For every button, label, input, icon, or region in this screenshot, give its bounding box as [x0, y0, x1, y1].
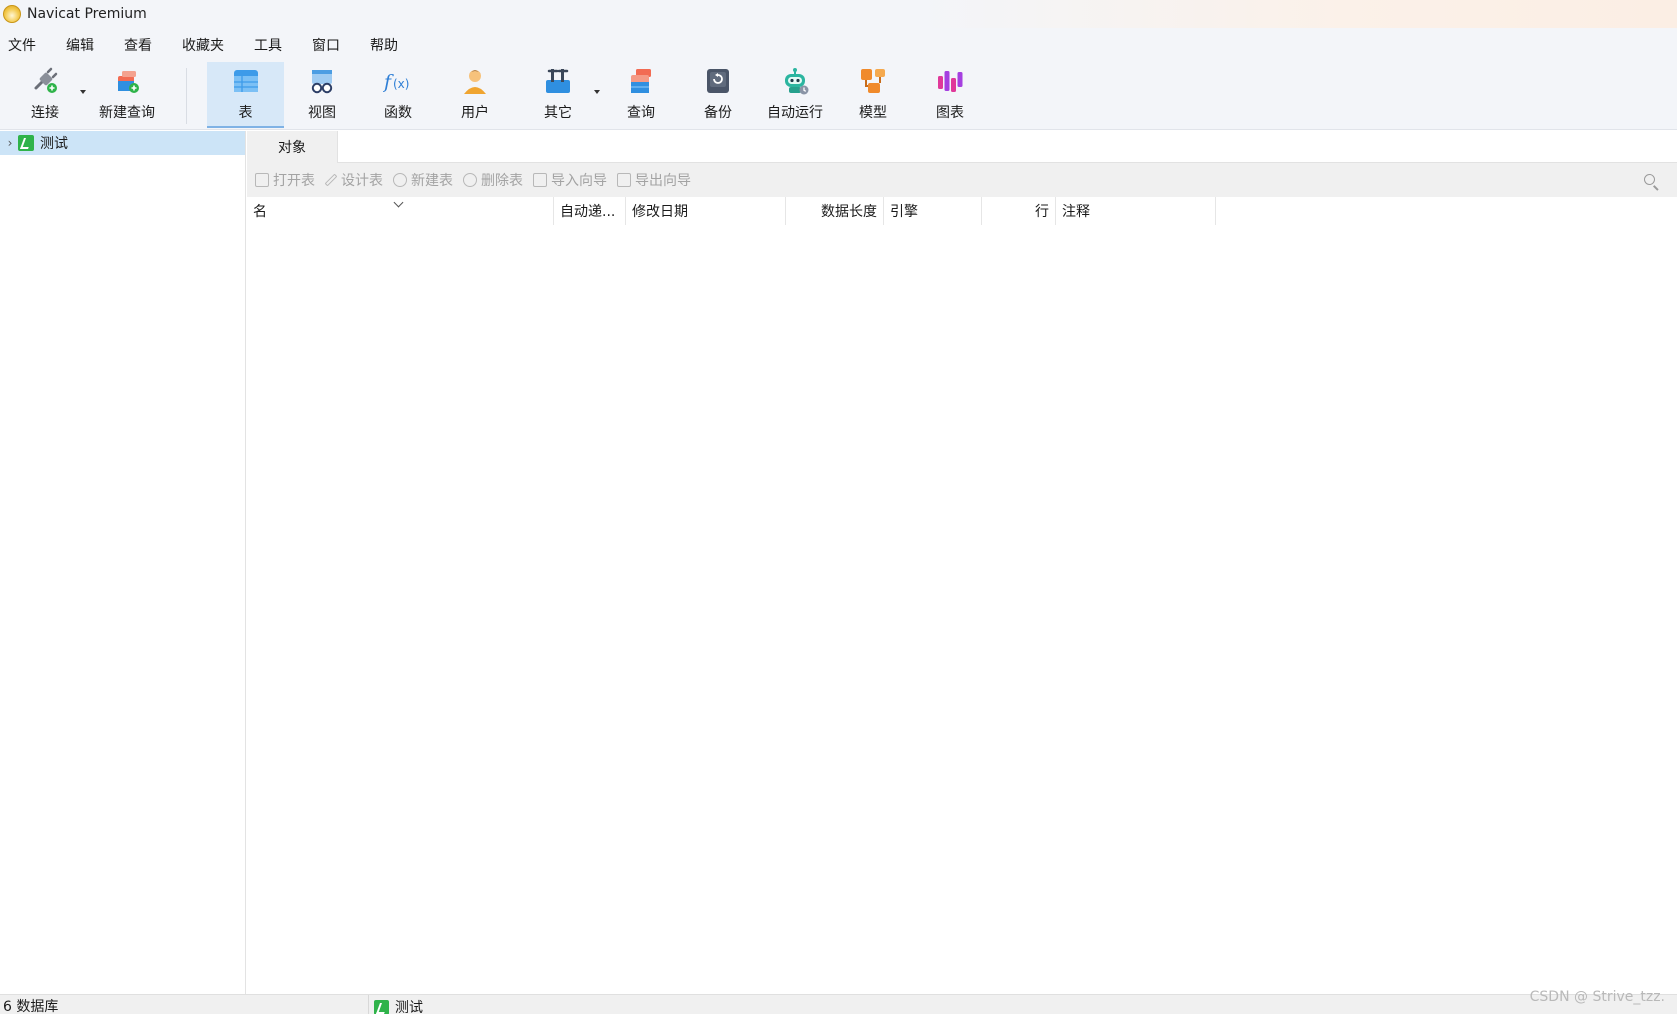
- export-icon: [617, 173, 631, 187]
- function-fx-icon: f (x): [382, 66, 413, 96]
- plug-icon: [30, 66, 60, 96]
- column-header-engine[interactable]: 引擎: [884, 197, 982, 225]
- tab-objects[interactable]: 对象: [247, 131, 337, 163]
- menu-window[interactable]: 窗口: [304, 35, 354, 55]
- chevron-right-icon[interactable]: ›: [2, 136, 18, 150]
- navicat-logo-icon: [3, 5, 21, 23]
- function-button[interactable]: f (x) 函数: [370, 62, 426, 128]
- other-dropdown-caret-icon[interactable]: [594, 90, 600, 94]
- import-wizard-button[interactable]: 导入向导: [533, 170, 607, 190]
- connect-button[interactable]: 连接: [22, 62, 68, 128]
- title-bar: Navicat Premium: [0, 0, 1677, 28]
- sort-indicator-icon: [393, 197, 404, 208]
- tab-strip: 对象: [247, 131, 1677, 163]
- user-button[interactable]: 用户: [447, 62, 503, 128]
- backup-restore-icon: [703, 66, 733, 96]
- chart-icon: [935, 66, 965, 96]
- connection-icon: [374, 999, 389, 1014]
- main-panel: 对象 打开表 设计表 新建表 删除表 导入向导 导出向导 名 自动递... 修改…: [247, 131, 1677, 994]
- query-icon: [626, 66, 656, 96]
- menu-bar: 文件 编辑 查看 收藏夹 工具 窗口 帮助: [0, 28, 1677, 62]
- connection-icon: [18, 135, 34, 151]
- view-glasses-icon: [307, 66, 337, 96]
- tab-strip-empty: [337, 131, 1677, 162]
- search-icon[interactable]: [1644, 174, 1655, 185]
- column-header-data-length[interactable]: 数据长度: [786, 197, 884, 225]
- new-query-icon: [112, 66, 142, 96]
- table-icon: [231, 66, 261, 96]
- connection-tree: › 测试: [0, 131, 246, 994]
- new-query-button[interactable]: 新建查询: [92, 62, 162, 128]
- tools-icon: [543, 66, 573, 96]
- delete-table-button[interactable]: 删除表: [463, 170, 523, 190]
- minus-circle-icon: [463, 173, 477, 187]
- design-table-button[interactable]: 设计表: [324, 170, 383, 190]
- import-icon: [533, 173, 547, 187]
- auto-run-button[interactable]: 自动运行: [760, 62, 830, 128]
- table-button[interactable]: 表: [207, 62, 284, 128]
- status-divider: [368, 995, 369, 1014]
- tree-item-label: 测试: [40, 136, 68, 152]
- chart-button[interactable]: 图表: [922, 62, 978, 128]
- plus-circle-icon: [393, 173, 407, 187]
- open-table-button[interactable]: 打开表: [255, 170, 315, 190]
- export-wizard-button[interactable]: 导出向导: [617, 170, 691, 190]
- column-header-comment[interactable]: 注释: [1056, 197, 1216, 225]
- model-button[interactable]: 模型: [845, 62, 901, 128]
- svg-text:(x): (x): [393, 77, 409, 91]
- other-button[interactable]: 其它: [530, 62, 586, 128]
- menu-favorites[interactable]: 收藏夹: [174, 35, 238, 55]
- watermark: CSDN @ Strive_tzz.: [1529, 989, 1665, 1005]
- user-icon: [460, 66, 490, 96]
- table-header: 名 自动递... 修改日期 数据长度 引擎 行 注释: [247, 197, 1677, 225]
- new-table-button[interactable]: 新建表: [393, 170, 453, 190]
- folder-open-icon: [255, 173, 269, 187]
- robot-icon: [780, 66, 810, 96]
- menu-view[interactable]: 查看: [116, 35, 166, 55]
- main-toolbar: 连接 新建查询 表 视图 f (x) 函数 用户 其它 查询 备份 自动运行 模…: [0, 62, 1677, 130]
- model-icon: [858, 66, 888, 96]
- view-button[interactable]: 视图: [294, 62, 350, 128]
- query-button[interactable]: 查询: [613, 62, 669, 128]
- column-header-rows[interactable]: 行: [982, 197, 1056, 225]
- toolbar-separator: [186, 68, 187, 124]
- object-toolbar: 打开表 设计表 新建表 删除表 导入向导 导出向导: [247, 163, 1677, 197]
- column-header-modified-date[interactable]: 修改日期: [626, 197, 786, 225]
- tree-item-connection[interactable]: › 测试: [0, 131, 245, 155]
- window-title: Navicat Premium: [27, 6, 147, 22]
- column-header-auto-increment[interactable]: 自动递...: [554, 197, 626, 225]
- pencil-icon: [324, 173, 338, 187]
- current-connection: 测试: [374, 997, 423, 1014]
- column-header-name[interactable]: 名: [247, 197, 554, 225]
- menu-help[interactable]: 帮助: [362, 35, 412, 55]
- menu-edit[interactable]: 编辑: [58, 35, 108, 55]
- backup-button[interactable]: 备份: [690, 62, 746, 128]
- status-bar: 6 数据库 测试 CSDN @ Strive_tzz.: [0, 989, 1677, 1014]
- connect-dropdown-caret-icon[interactable]: [80, 90, 86, 94]
- database-count: 6 数据库: [3, 999, 59, 1014]
- menu-tools[interactable]: 工具: [246, 35, 296, 55]
- menu-file[interactable]: 文件: [0, 35, 50, 55]
